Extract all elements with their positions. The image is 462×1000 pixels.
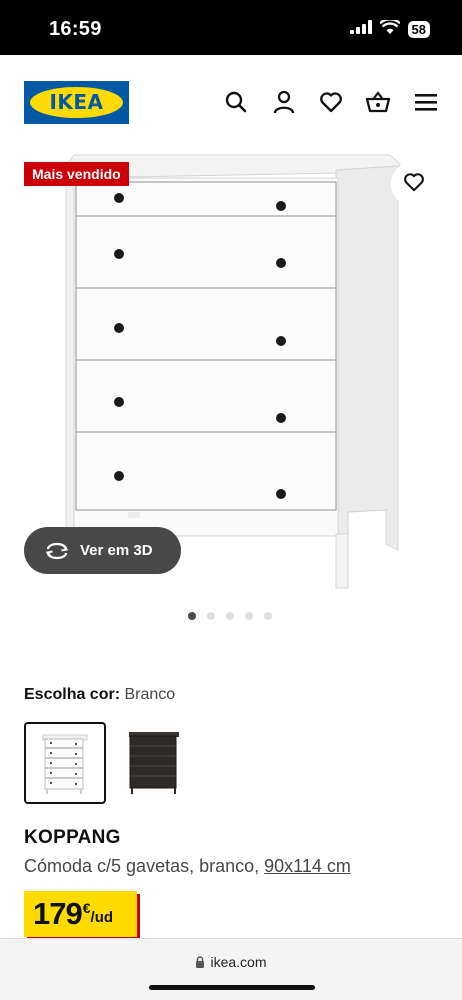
logo-text: IKEA [49, 90, 104, 114]
ikea-logo[interactable]: IKEA [24, 81, 129, 124]
battery-indicator: 58 [407, 21, 430, 38]
price-tag: 179 € /ud [24, 891, 137, 937]
color-choice: Escolha cor: Branco [24, 686, 175, 704]
product-description: Cómoda c/5 gavetas, branco, 90x114 cm [24, 856, 351, 877]
favourites-heart-icon[interactable] [317, 88, 345, 116]
add-to-favourites-button[interactable] [391, 161, 437, 207]
black-brown-dresser-thumbnail [129, 732, 179, 794]
white-dresser-thumbnail [42, 734, 88, 794]
basket-icon[interactable] [364, 88, 392, 116]
carousel-dot[interactable] [207, 612, 215, 620]
browser-bottom-bar: ikea.com [0, 938, 462, 1000]
search-icon[interactable] [222, 88, 250, 116]
carousel-indicator [188, 612, 272, 620]
carousel-dot[interactable] [264, 612, 272, 620]
status-icons: 58 [349, 18, 430, 39]
description-text: Cómoda c/5 gavetas, branco, [24, 856, 265, 876]
best-seller-badge: Mais vendido [24, 162, 129, 186]
url-bar[interactable]: ikea.com [0, 954, 462, 971]
status-bar: 16:59 58 [0, 0, 462, 55]
menu-icon[interactable] [412, 88, 440, 116]
carousel-dot[interactable] [245, 612, 253, 620]
color-option-black-brown[interactable] [113, 722, 195, 804]
price-unit: /ud [90, 909, 114, 926]
home-indicator [149, 985, 315, 990]
color-option-white[interactable] [24, 722, 106, 804]
carousel-dot[interactable] [226, 612, 234, 620]
signal-icon [349, 20, 372, 39]
view-in-3d-button[interactable]: Ver em 3D [24, 527, 181, 574]
wifi-icon [378, 18, 401, 39]
color-value: Branco [124, 686, 176, 703]
rotate-3d-icon [44, 541, 70, 561]
status-time: 16:59 [49, 18, 102, 40]
site-header: IKEA [0, 55, 462, 150]
heart-icon [403, 172, 425, 197]
url-text: ikea.com [210, 954, 267, 970]
account-icon[interactable] [270, 88, 298, 116]
price-currency: € [82, 900, 91, 916]
lock-icon [195, 955, 205, 971]
carousel-dot[interactable] [188, 612, 196, 620]
price-amount: 179 [33, 896, 83, 931]
view-in-3d-label: Ver em 3D [80, 542, 153, 559]
product-name: KOPPANG [24, 827, 121, 848]
product-dimensions-link[interactable]: 90x114 cm [264, 856, 351, 876]
color-label: Escolha cor: [24, 686, 121, 703]
